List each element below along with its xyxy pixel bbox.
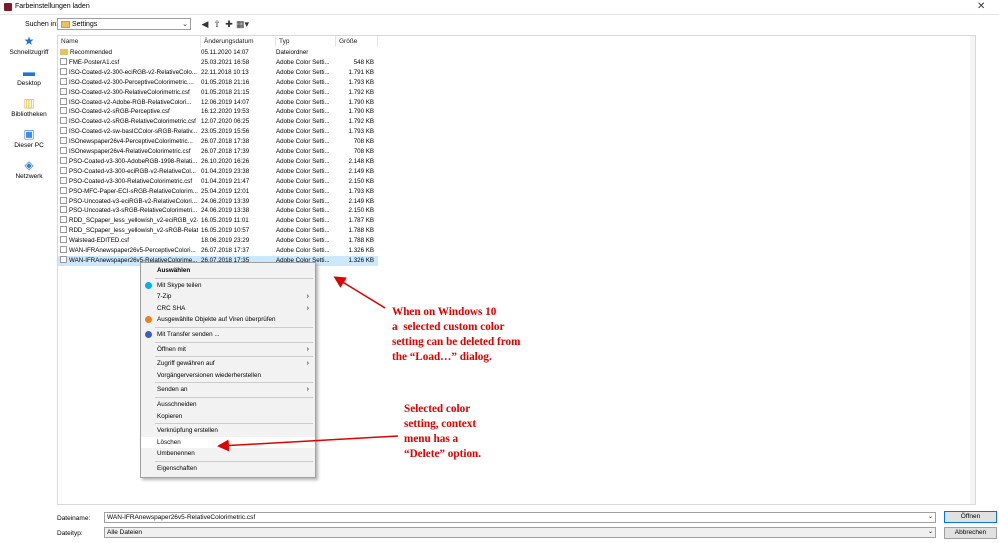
annotation-arrow-1 — [333, 276, 386, 309]
annotation-arrow-2 — [217, 435, 399, 452]
annotation-arrows — [217, 276, 399, 452]
